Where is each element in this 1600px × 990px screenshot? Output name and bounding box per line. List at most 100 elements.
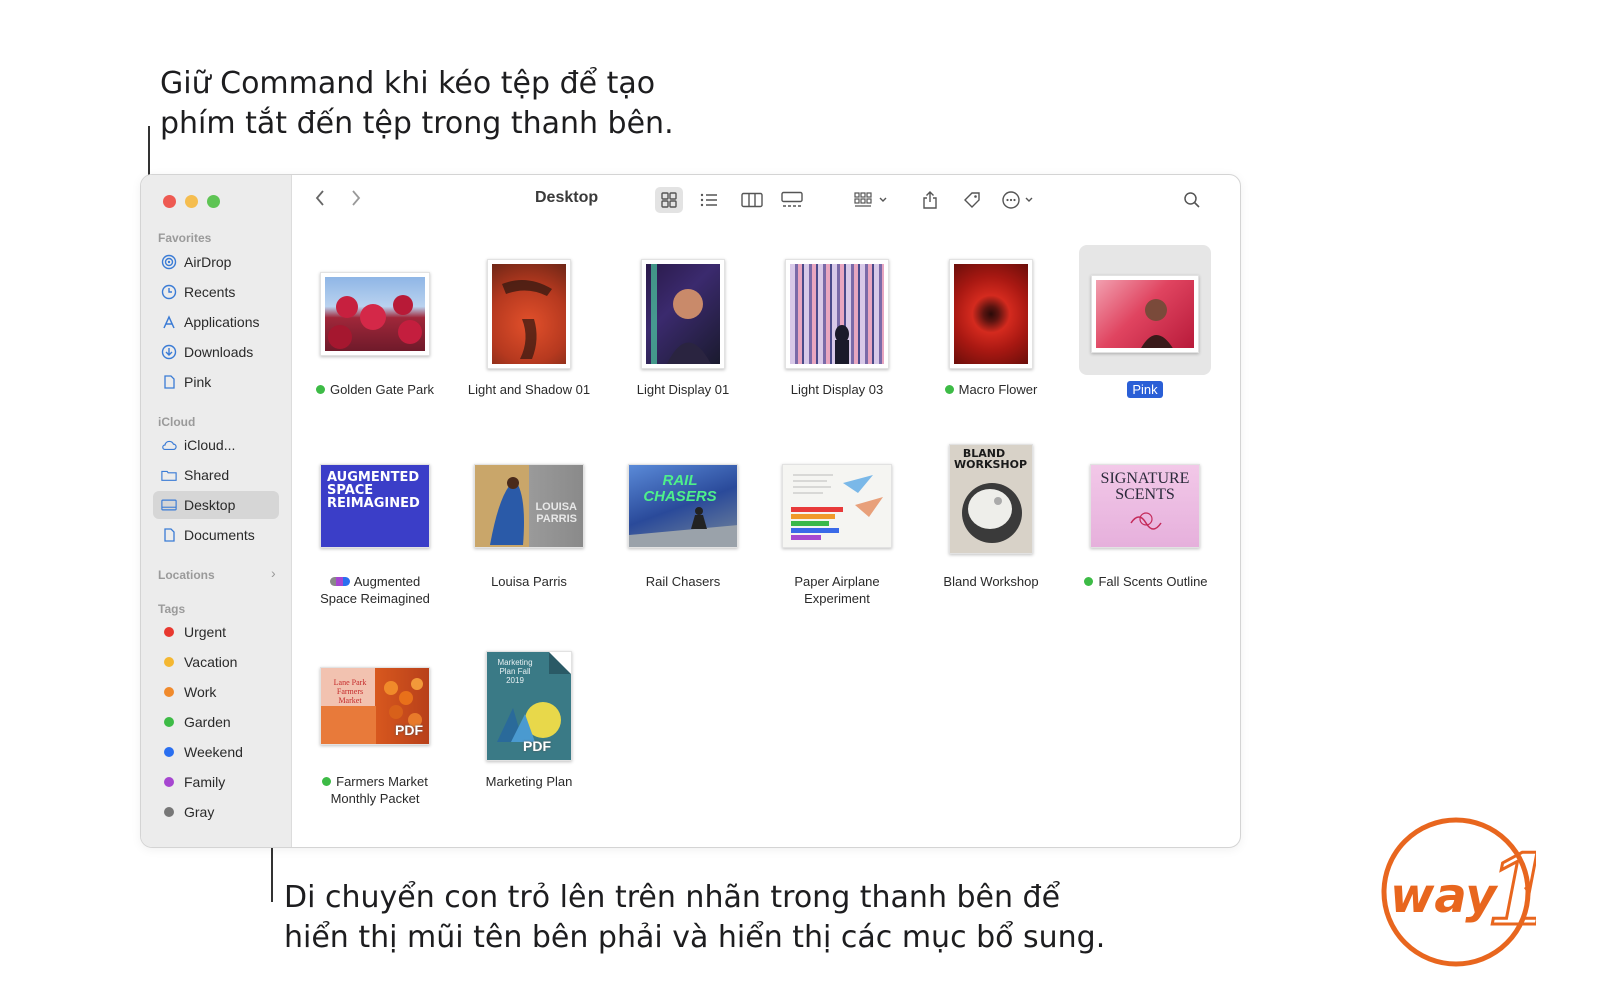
file-item-light-display-01[interactable]: Light Display 01	[608, 253, 758, 423]
file-label: Golden Gate Park	[300, 381, 450, 398]
sidebar-item-label: AirDrop	[184, 254, 232, 270]
more-actions-button[interactable]	[998, 187, 1042, 213]
download-icon	[161, 344, 177, 360]
file-thumbnail: Lane Park Farmers Market PDF	[320, 667, 430, 745]
tag-button[interactable]	[958, 187, 986, 213]
document-icon	[161, 527, 177, 543]
file-label: Augmented Space Reimagined	[320, 574, 430, 606]
file-thumbnail	[949, 259, 1033, 369]
zoom-window-button[interactable]	[207, 195, 220, 208]
file-thumbnail	[785, 259, 889, 369]
desktop-icon	[161, 497, 177, 513]
close-window-button[interactable]	[163, 195, 176, 208]
tag-dot-icon	[164, 807, 174, 817]
file-label: Marketing Plan	[485, 774, 573, 789]
gallery-icon	[781, 191, 803, 207]
callout-top-line2: phím tắt đến tệp trong thanh bên.	[160, 106, 674, 141]
sidebar-tag-work[interactable]: Work	[153, 678, 279, 706]
sidebar-item-label: Shared	[184, 467, 230, 483]
shared-folder-icon	[161, 467, 177, 483]
file-item-louisa-parris[interactable]: LOUISA PARRIS Louisa Parris	[454, 445, 604, 625]
sidebar-item-icloud-drive[interactable]: iCloud...	[153, 431, 279, 459]
back-button[interactable]	[314, 187, 326, 213]
sidebar-item-label: Urgent	[184, 624, 227, 640]
sidebar-item-pink[interactable]: Pink	[153, 368, 279, 396]
sidebar-item-label: Downloads	[184, 344, 254, 360]
sidebar-item-desktop[interactable]: Desktop	[153, 491, 279, 519]
sidebar-item-label: Recents	[184, 284, 236, 300]
file-item-paper-airplane-experiment[interactable]: Paper Airplane Experiment	[762, 445, 912, 625]
file-item-pink[interactable]: Pink	[1070, 245, 1220, 423]
column-view-button[interactable]	[738, 187, 766, 213]
sidebar-item-label: Work	[184, 684, 217, 700]
sidebar-item-label: Garden	[184, 714, 231, 730]
file-item-marketing-plan[interactable]: Marketing Plan Fall 2019 PDF Marketing P…	[454, 645, 604, 825]
tag-dot-icon	[164, 687, 174, 697]
minimize-window-button[interactable]	[185, 195, 198, 208]
sidebar-item-shared[interactable]: Shared	[153, 461, 279, 489]
file-label: Rail Chasers	[645, 574, 721, 589]
file-item-fall-scents-outline[interactable]: SIGNATURE SCENTS Fall Scents Outline	[1070, 445, 1220, 625]
file-label: Louisa Parris	[491, 574, 567, 589]
file-item-rail-chasers[interactable]: RAIL CHASERS Rail Chasers	[608, 445, 758, 625]
sidebar-tag-garden[interactable]: Garden	[153, 708, 279, 736]
sidebar-item-label: Documents	[184, 527, 255, 543]
sidebar: Favorites AirDrop Recents Applications D…	[141, 175, 292, 847]
gallery-view-button[interactable]	[778, 187, 806, 213]
sidebar-tag-gray[interactable]: Gray	[153, 798, 279, 826]
window-controls	[163, 195, 220, 208]
icon-view-button[interactable]	[655, 187, 683, 213]
list-icon	[700, 193, 717, 207]
sidebar-item-label: iCloud...	[184, 437, 236, 453]
file-item-golden-gate-park[interactable]: Golden Gate Park	[300, 253, 450, 423]
chevron-left-icon	[315, 190, 324, 206]
sidebar-section-locations[interactable]: Locations	[158, 568, 215, 582]
search-icon	[1184, 192, 1200, 208]
file-label: Macro Flower	[916, 381, 1066, 398]
tag-icon	[964, 192, 980, 208]
sidebar-tag-urgent[interactable]: Urgent	[153, 618, 279, 646]
forward-button[interactable]	[350, 187, 362, 213]
callout-bottom: Di chuyển con trỏ lên trên nhãn trong th…	[284, 878, 1105, 958]
list-view-button[interactable]	[695, 187, 723, 213]
file-item-augmented-space-reimagined[interactable]: AUGMENTED SPACE REIMAGINED Augmented Spac…	[300, 445, 450, 625]
callout-bottom-line2: hiển thị mũi tên bên phải và hiển thị cá…	[284, 920, 1106, 955]
group-by-button[interactable]	[850, 187, 894, 213]
airdrop-icon	[161, 254, 177, 270]
sidebar-item-recents[interactable]: Recents	[153, 278, 279, 306]
sidebar-item-documents[interactable]: Documents	[153, 521, 279, 549]
file-item-macro-flower[interactable]: Macro Flower	[916, 253, 1066, 423]
tag-dot-icon	[164, 657, 174, 667]
sidebar-item-airdrop[interactable]: AirDrop	[153, 248, 279, 276]
tag-dot-icon	[1084, 577, 1094, 587]
chevron-right-icon[interactable]: ›	[271, 565, 276, 581]
file-thumbnail: SIGNATURE SCENTS	[1090, 464, 1200, 548]
sidebar-section-favorites: Favorites	[158, 231, 212, 245]
applications-icon	[161, 314, 177, 330]
tag-dot-icon	[164, 777, 174, 787]
sidebar-item-applications[interactable]: Applications	[153, 308, 279, 336]
tag-dot-icon	[322, 777, 332, 787]
file-label: Paper Airplane Experiment	[794, 574, 880, 606]
window-title: Desktop	[535, 189, 599, 206]
ellipsis-circle-icon	[1002, 191, 1033, 209]
sidebar-tag-vacation[interactable]: Vacation	[153, 648, 279, 676]
file-item-farmers-market-monthly-packet[interactable]: Lane Park Farmers Market PDF Farmers Mar…	[300, 645, 450, 825]
sidebar-tag-weekend[interactable]: Weekend	[153, 738, 279, 766]
sidebar-item-downloads[interactable]: Downloads	[153, 338, 279, 366]
file-thumbnail	[1091, 275, 1199, 353]
sidebar-item-label: Family	[184, 774, 226, 790]
share-button[interactable]	[916, 187, 944, 213]
file-item-light-and-shadow-01[interactable]: Light and Shadow 01	[454, 253, 604, 423]
callout-top: Giữ Command khi kéo tệp để tạo phím tắt …	[160, 64, 674, 144]
callout-bottom-line1: Di chuyển con trỏ lên trên nhãn trong th…	[284, 880, 1061, 915]
sidebar-tag-family[interactable]: Family	[153, 768, 279, 796]
search-button[interactable]	[1178, 187, 1206, 213]
file-item-light-display-03[interactable]: Light Display 03	[762, 253, 912, 423]
way1-logo: 1 way	[1376, 812, 1554, 972]
file-label: Bland Workshop	[943, 574, 1039, 589]
file-label: Pink	[1070, 381, 1220, 398]
file-item-bland-workshop[interactable]: BLAND WORKSHOP Bland Workshop	[916, 444, 1066, 625]
file-thumbnail: AUGMENTED SPACE REIMAGINED	[320, 464, 430, 548]
svg-text:way: way	[1390, 868, 1498, 924]
